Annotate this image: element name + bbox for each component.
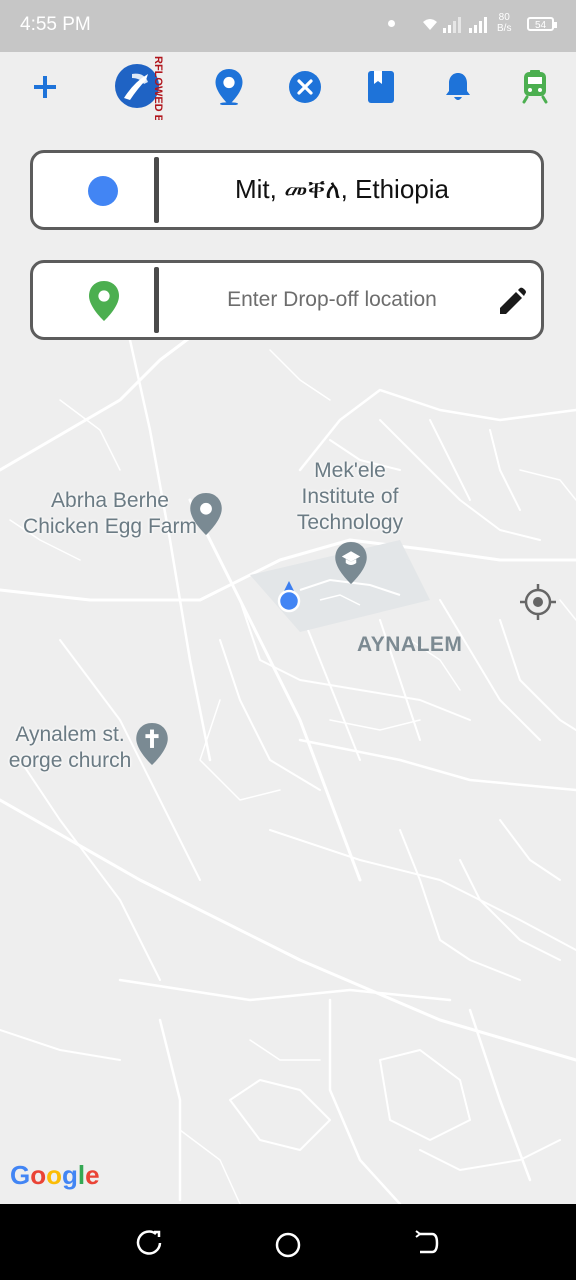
google-attribution-logo: Google [10, 1160, 100, 1191]
origin-input[interactable]: Mit, መቐለ, Ethiopia [163, 153, 521, 227]
app-logo-text: RFLOWED BY [150, 56, 166, 120]
dropoff-placeholder: Enter Drop-off location [227, 288, 437, 311]
home-icon[interactable] [274, 1231, 302, 1259]
my-location-crosshair-icon[interactable] [518, 582, 558, 622]
google-logo-text: Google [10, 1160, 100, 1190]
clear-button[interactable] [286, 60, 324, 114]
poi-institute-line3: Technology [296, 511, 404, 534]
network-speed-value: 80 [498, 12, 510, 23]
poi-farm-line1: Abrha Berhe [51, 489, 169, 512]
signal-strength-2-icon [469, 17, 487, 33]
google-logo-letter: o [30, 1160, 47, 1190]
poi-farm-line2: Chicken Egg Farm [23, 515, 197, 538]
train-icon [522, 70, 548, 104]
place-marker-button[interactable] [210, 60, 248, 114]
edit-pencil-icon[interactable] [497, 287, 527, 317]
origin-divider [154, 157, 159, 223]
dropoff-input[interactable]: Enter Drop-off location [163, 263, 501, 337]
dropoff-divider [154, 267, 159, 333]
recent-apps-icon[interactable] [136, 1230, 162, 1256]
google-logo-letter: e [85, 1160, 100, 1190]
place-marker-icon [215, 69, 243, 105]
google-logo-letter: g [62, 1160, 78, 1190]
battery-level: 54 [534, 20, 547, 31]
graduation-cap-pin-icon[interactable] [335, 542, 367, 584]
poi-institute-label[interactable]: Mek'ele Institute of Technology [280, 458, 420, 536]
poi-church-label[interactable]: Aynalem st. eorge church [0, 722, 140, 774]
app-logo-caption: RFLOWED BY [152, 56, 164, 120]
transit-button[interactable] [516, 60, 554, 114]
poi-church-line2: eorge church [8, 749, 132, 772]
dropoff-pin-icon [89, 281, 119, 321]
wifi-icon [423, 19, 437, 30]
poi-institute-line2: Institute of [301, 485, 399, 508]
notifications-button[interactable] [439, 60, 477, 114]
origin-value: Mit, መቐለ, Ethiopia [234, 174, 449, 204]
status-bar: 4:55 PM 80 B/s 54 [0, 0, 576, 52]
poi-institute-line1: Mek'ele [314, 459, 386, 482]
current-location-marker-icon [277, 581, 301, 613]
poi-farm-label[interactable]: Abrha Berhe Chicken Egg Farm [20, 488, 200, 540]
signal-strength-icon [443, 17, 461, 33]
poi-church-line1: Aynalem st. [15, 723, 125, 746]
status-time: 4:55 PM [20, 14, 91, 35]
add-button[interactable] [26, 60, 64, 114]
back-icon[interactable] [412, 1230, 440, 1256]
dropoff-field[interactable]: Enter Drop-off location [30, 260, 544, 340]
network-speed-unit: B/s [497, 23, 512, 34]
neighborhood-label: AYNALEM [357, 633, 463, 656]
church-cross-pin-icon[interactable] [136, 723, 168, 765]
google-logo-letter: G [10, 1160, 31, 1190]
origin-dot-icon [88, 176, 118, 206]
add-icon [34, 76, 56, 98]
network-speed: 80 B/s [497, 12, 511, 34]
origin-field[interactable]: Mit, መቐለ, Ethiopia [30, 150, 544, 230]
app-logo[interactable]: RFLOWED BY [112, 56, 172, 120]
close-circle-icon [289, 71, 321, 103]
bookmarks-button[interactable] [362, 60, 400, 114]
bookmark-book-icon [368, 71, 394, 103]
battery-icon: 54 [527, 17, 557, 31]
top-toolbar [0, 60, 576, 114]
system-nav-bar [0, 1204, 576, 1280]
poi-farm-pin-icon[interactable] [190, 493, 222, 535]
notification-bell-icon [446, 73, 470, 100]
notification-dot-icon [388, 20, 395, 27]
google-logo-letter: o [46, 1160, 63, 1190]
